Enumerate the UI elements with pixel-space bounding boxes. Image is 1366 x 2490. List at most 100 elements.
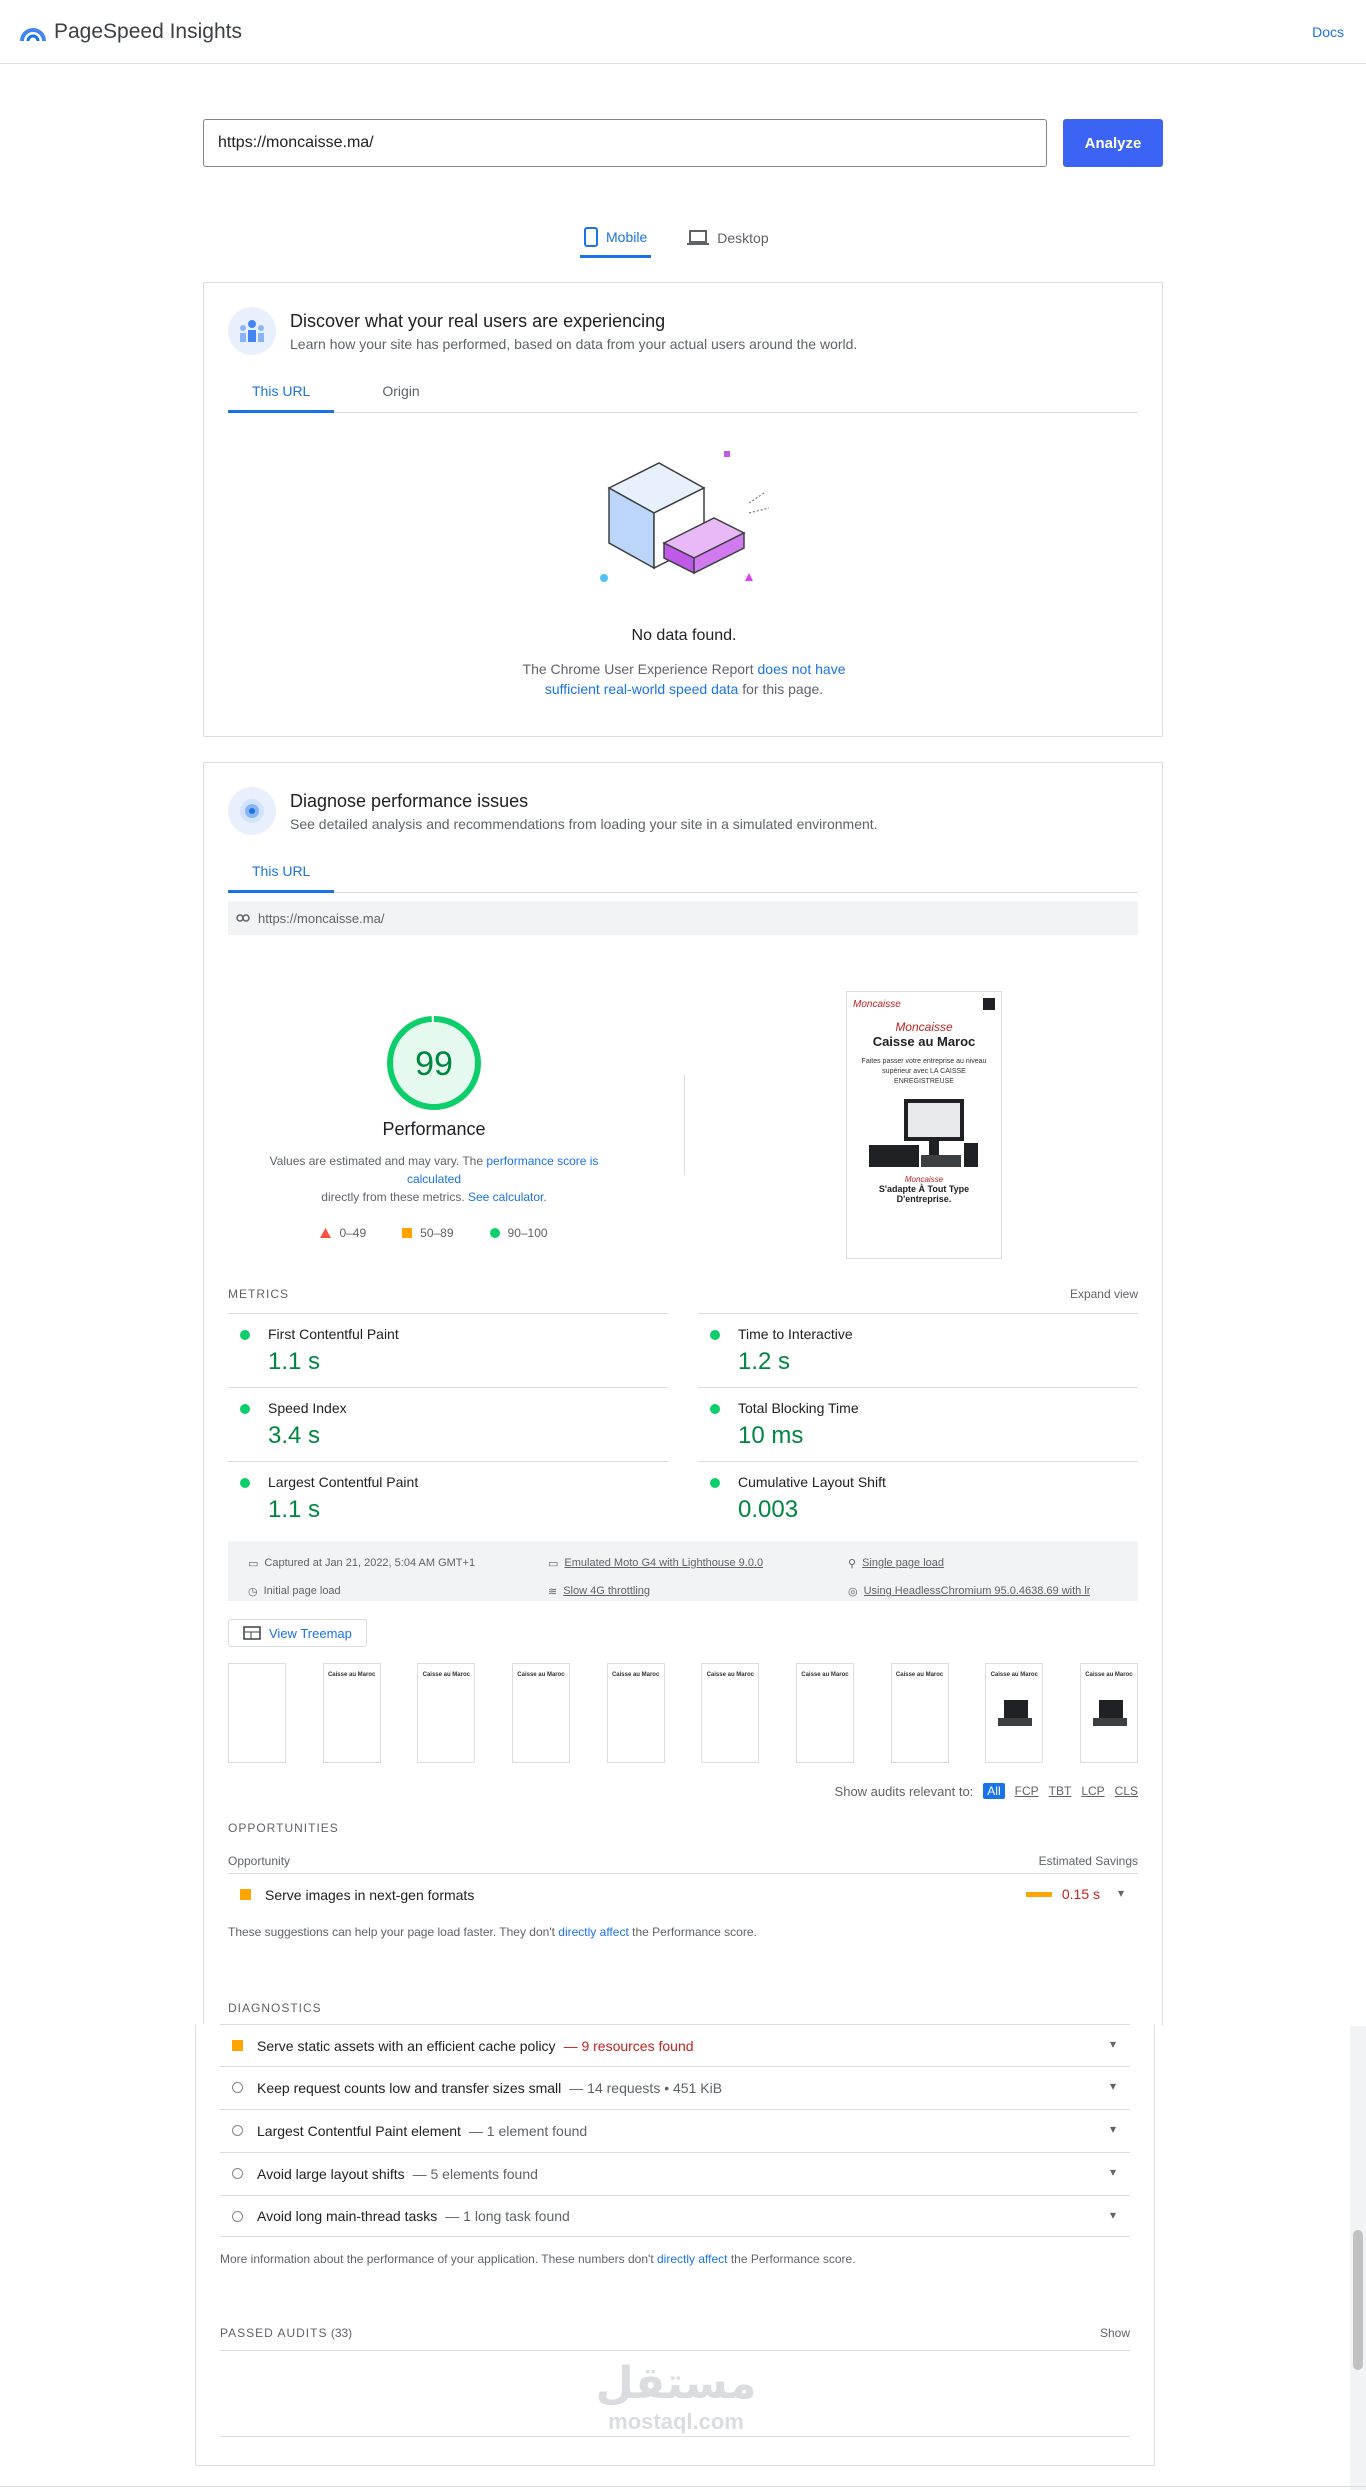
diagnostic-row[interactable]: Avoid long main-thread tasks — 1 long ta… <box>220 2195 1130 2237</box>
opportunity-row[interactable]: Serve images in next-gen formats 0.15 s … <box>228 1873 1138 1915</box>
opportunities-note: These suggestions can help your page loa… <box>228 1925 757 1939</box>
empty-box-illustration <box>600 451 770 582</box>
frame-heading: Caisse au Maroc <box>611 1672 660 1678</box>
docs-link[interactable]: Docs <box>1312 24 1344 40</box>
screenshot-footer-logo: Moncaisse <box>904 1175 944 1184</box>
diag-note-link[interactable]: directly affect <box>657 2252 727 2266</box>
run-initial: ◷ Initial page load <box>248 1581 548 1601</box>
average-square-icon <box>240 1889 251 1900</box>
opportunities-columns: Opportunity Estimated Savings <box>228 1854 1138 1868</box>
filmstrip-frame: Caisse au Maroc <box>417 1663 476 1763</box>
square-icon <box>402 1228 413 1238</box>
lab-data-title: Diagnose performance issues <box>290 791 529 811</box>
tab-this-url[interactable]: This URL <box>228 375 335 413</box>
diagnostic-row[interactable]: Keep request counts low and transfer siz… <box>220 2066 1130 2108</box>
metrics-grid: First Contentful Paint 1.1 s Time to Inte… <box>228 1313 1138 1535</box>
expand-view-toggle[interactable]: Expand view <box>1070 1287 1138 1301</box>
treemap-icon <box>243 1626 261 1640</box>
gauge-divider <box>684 1075 685 1175</box>
run-captured-text: Captured at Jan 21, 2022, 5:04 AM GMT+1 <box>264 1557 476 1569</box>
filmstrip-frame <box>228 1663 286 1763</box>
metric-value: 10 ms <box>738 1422 804 1449</box>
run-browser[interactable]: ◎ Using HeadlessChromium 95.0.4638.69 wit… <box>848 1581 1158 1601</box>
legend-average-label: 50–89 <box>420 1226 454 1240</box>
run-info: ▭ Captured at Jan 21, 2022, 5:04 AM GMT+1… <box>228 1541 1138 1601</box>
filmstrip-frame: Caisse au Maroc <box>701 1663 760 1763</box>
chevron-down-icon[interactable]: ▾ <box>1110 2037 1116 2051</box>
frame-heading: Caisse au Maroc <box>990 1672 1038 1678</box>
tab-lab-this-url[interactable]: This URL <box>228 855 335 893</box>
info-circle-icon <box>232 2210 243 2222</box>
field-data-header: Discover what your real users are experi… <box>228 307 857 355</box>
tab-desktop[interactable]: Desktop <box>683 218 772 258</box>
metric-value: 1.1 s <box>268 1496 321 1523</box>
no-data-text-2: for this page. <box>742 681 824 697</box>
pagespeed-logo-icon <box>20 27 46 41</box>
run-throttling-text: Slow 4G throttling <box>563 1585 651 1597</box>
metric-lcp: Largest Contentful Paint 1.1 s <box>228 1461 668 1535</box>
view-treemap-button[interactable]: View Treemap <box>228 1619 367 1647</box>
performance-gauge: 99 <box>387 1016 481 1110</box>
score-note-2: directly from these metrics. <box>321 1190 465 1204</box>
chevron-down-icon[interactable]: ▾ <box>1110 2165 1116 2179</box>
frame-heading: Caisse au Maroc <box>895 1672 944 1678</box>
opp-note-2: the Performance score. <box>632 1925 757 1939</box>
chrome-icon: ◎ <box>848 1585 858 1598</box>
opportunities-label: OPPORTUNITIES <box>228 1821 339 1835</box>
filter-lcp[interactable]: LCP <box>1081 1784 1104 1798</box>
chevron-down-icon[interactable]: ▾ <box>1110 2122 1116 2136</box>
watermark: مستقل mostaql.com <box>576 2358 776 2435</box>
chevron-down-icon[interactable]: ▾ <box>1118 1886 1124 1900</box>
no-data-link-2[interactable]: sufficient real-world speed data <box>545 681 739 697</box>
filter-fcp[interactable]: FCP <box>1015 1784 1039 1798</box>
audit-filter-label: Show audits relevant to: <box>834 1783 974 1799</box>
filter-all[interactable]: All <box>983 1783 1005 1799</box>
tab-mobile[interactable]: Mobile <box>580 218 652 258</box>
diagnostic-detail: — 14 requests • 451 KiB <box>569 2079 723 2096</box>
tab-origin[interactable]: Origin <box>358 375 443 413</box>
filter-tbt[interactable]: TBT <box>1049 1784 1072 1798</box>
laptop-icon <box>687 230 710 245</box>
triangle-icon <box>320 1228 332 1238</box>
circle-icon <box>489 1228 500 1238</box>
opp-note-link[interactable]: directly affect <box>558 1925 628 1939</box>
url-input[interactable] <box>203 119 1047 167</box>
diagnostic-row[interactable]: Serve static assets with an efficient ca… <box>220 2024 1130 2066</box>
metric-value: 3.4 s <box>268 1422 321 1449</box>
passed-audits-label: PASSED AUDITS <box>220 2326 328 2340</box>
screenshot-logo-large: Moncaisse <box>895 1020 953 1034</box>
filter-cls[interactable]: CLS <box>1115 1784 1138 1798</box>
filmstrip-frame: Caisse au Maroc <box>511 1663 570 1763</box>
tab-desktop-label: Desktop <box>717 230 769 246</box>
run-throttling[interactable]: ≋ Slow 4G throttling <box>548 1581 848 1601</box>
url-form: Analyze <box>203 119 1163 167</box>
filmstrip-frame: Caisse au Maroc <box>795 1663 854 1763</box>
link-icon <box>236 914 250 922</box>
run-device[interactable]: ▭ Emulated Moto G4 with Lighthouse 9.0.0 <box>548 1553 848 1573</box>
filmstrip-frame: Caisse au Maroc <box>985 1663 1044 1763</box>
metric-name: Total Blocking Time <box>738 1400 859 1416</box>
brand[interactable]: PageSpeed Insights <box>20 20 242 44</box>
scrollbar-track[interactable] <box>1350 2026 1366 2490</box>
score-legend: 0–49 50–89 90–100 <box>244 1226 624 1240</box>
score-note: Values are estimated and may vary. The p… <box>244 1152 624 1206</box>
analyze-button[interactable]: Analyze <box>1063 119 1163 167</box>
chevron-down-icon[interactable]: ▾ <box>1110 2079 1116 2093</box>
chevron-down-icon[interactable]: ▾ <box>1110 2208 1116 2222</box>
passed-audits-show[interactable]: Show <box>1100 2326 1130 2340</box>
diagnostic-row[interactable]: Avoid large layout shifts — 5 elements f… <box>220 2152 1130 2194</box>
no-data-link-1[interactable]: does not have <box>758 661 846 677</box>
filmstrip-frame: Caisse au Maroc <box>890 1663 949 1763</box>
diagnostic-title: Avoid long main-thread tasks <box>257 2208 438 2224</box>
diagnostics-card: Serve static assets with an efficient ca… <box>195 2024 1155 2466</box>
scrollbar-thumb[interactable] <box>1353 2230 1363 2370</box>
metric-cls: Cumulative Layout Shift 0.003 <box>698 1461 1138 1535</box>
run-load[interactable]: ⚲ Single page load <box>848 1553 1158 1573</box>
diagnostic-row[interactable]: Largest Contentful Paint element — 1 ele… <box>220 2109 1130 2151</box>
pass-dot-icon <box>710 1478 720 1488</box>
metric-tti: Time to Interactive 1.2 s <box>698 1313 1138 1387</box>
info-circle-icon <box>232 2168 243 2179</box>
legend-fail: 0–49 <box>320 1226 366 1240</box>
see-calculator-link[interactable]: See calculator. <box>468 1190 547 1204</box>
passed-audits-header[interactable]: PASSED AUDITS (33) Show <box>220 2326 1130 2351</box>
